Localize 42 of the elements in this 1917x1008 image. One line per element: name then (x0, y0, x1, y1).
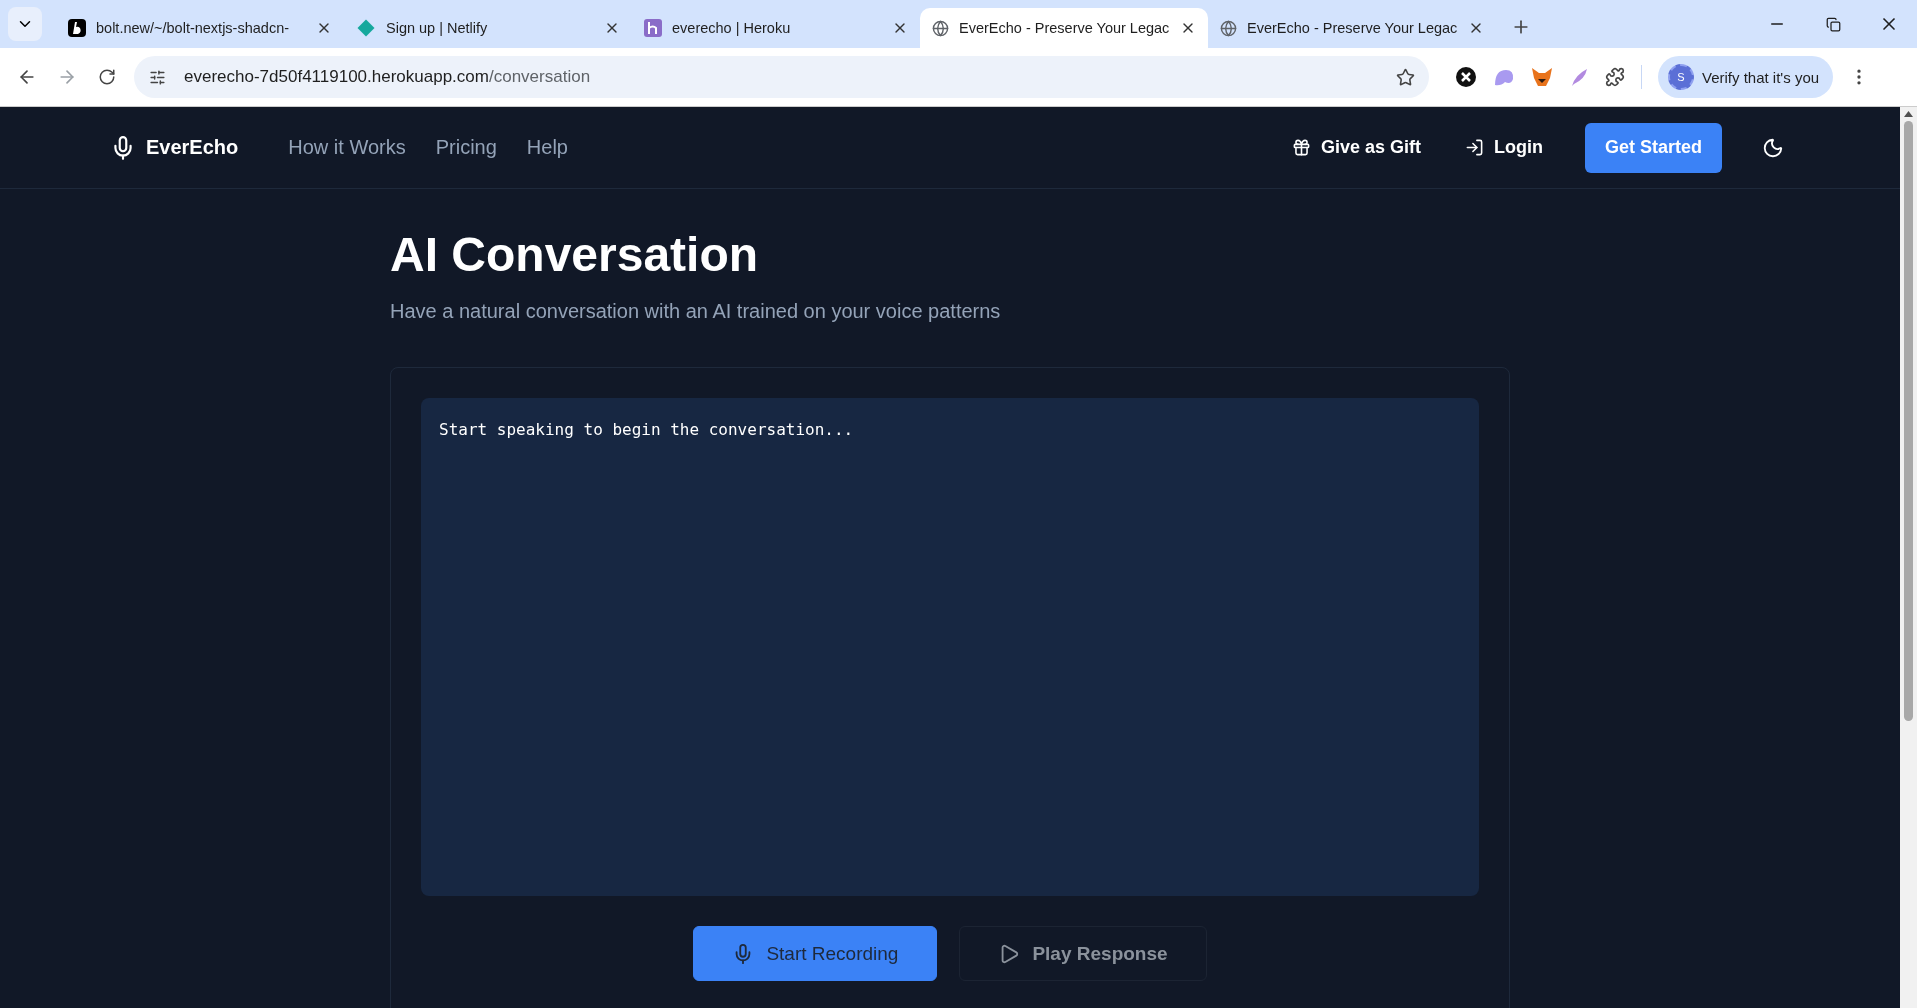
browser-tab[interactable]: Sign up | Netlify (344, 8, 632, 48)
tab-title: bolt.new/~/bolt-nextjs-shadcn- (96, 20, 291, 36)
gift-button[interactable]: Give as Gift (1279, 129, 1433, 166)
scrollbar[interactable] (1900, 107, 1917, 1008)
browser-tab[interactable]: EverEcho - Preserve Your Legac (1208, 8, 1496, 48)
browser-tab[interactable]: bolt.new/~/bolt-nextjs-shadcn- (56, 8, 344, 48)
moon-icon (1762, 136, 1784, 159)
record-button[interactable]: Start Recording (693, 926, 938, 981)
url-text: everecho-7d50f4119100.herokuapp.com/conversation (184, 67, 592, 87)
get-started-button[interactable]: Get Started (1584, 122, 1722, 173)
login-button[interactable]: Login (1453, 129, 1555, 166)
browser-tab[interactable]: EverEcho - Preserve Your Legac (920, 8, 1208, 48)
profile-button[interactable]: S Verify that it's you (1658, 56, 1834, 98)
tab-title: everecho | Heroku (672, 20, 792, 36)
globe-icon (932, 19, 949, 37)
scroll-up-arrow-icon[interactable] (1904, 111, 1913, 117)
bolt-logo-icon (68, 19, 86, 37)
transcript-area: Start speaking to begin the conversation... (421, 398, 1479, 896)
nav-link[interactable]: Help (526, 136, 568, 159)
address-bar[interactable]: everecho-7d50f4119100.herokuapp.com/conversation (134, 56, 1429, 98)
reload-icon[interactable] (98, 68, 116, 86)
login-icon (1465, 138, 1484, 157)
fox-icon[interactable] (1531, 67, 1553, 87)
nav-link[interactable]: How it Works (288, 136, 406, 159)
avatar: S (1668, 64, 1694, 90)
nav-link[interactable]: Pricing (435, 136, 497, 159)
tab-title: Sign up | Netlify (386, 20, 489, 36)
bookmark-star-icon[interactable] (1396, 67, 1415, 87)
globe-icon (1220, 19, 1237, 37)
restore-icon[interactable] (1825, 16, 1841, 32)
page-subtitle: Have a natural conversation with an AI trained on your voice patterns (390, 300, 1002, 323)
extensions-icon[interactable] (1605, 67, 1625, 87)
feather-icon[interactable] (1569, 67, 1589, 87)
tab-title: EverEcho - Preserve Your Legac (1247, 20, 1458, 36)
tab-title: EverEcho - Preserve Your Legac (959, 20, 1170, 36)
browser-tab[interactable]: everecho | Heroku (632, 8, 920, 48)
gift-icon (1291, 138, 1311, 157)
brand-name[interactable]: EverEcho (146, 136, 239, 159)
site-settings-icon[interactable] (148, 68, 166, 86)
page-title: AI Conversation (390, 227, 760, 282)
x-circle-icon[interactable] (1455, 66, 1477, 88)
heroku-logo-icon (644, 19, 662, 37)
